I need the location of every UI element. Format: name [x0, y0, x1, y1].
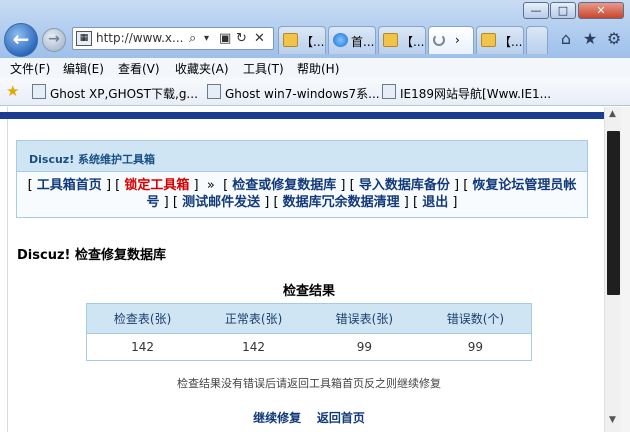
header-normal-tables: 正常表(张) — [198, 303, 309, 334]
tab-label: 【... — [499, 35, 523, 49]
value-normal-tables: 142 — [198, 333, 309, 361]
back-button[interactable]: ← — [4, 23, 38, 57]
page-icon: ▦ — [76, 31, 92, 46]
result-table: 检查表(张) 正常表(张) 错误表(张) 错误数(个) 142 142 99 9… — [86, 303, 532, 361]
scroll-up-icon[interactable]: ▲ — [609, 109, 616, 119]
result-title: 检查结果 — [282, 284, 335, 299]
toolbox-title: Discuz! 系统维护工具箱 — [29, 153, 156, 166]
toolbox-panel: Discuz! 系统维护工具箱 [ 工具箱首页 ] [ 锁定工具箱 ] » [ … — [16, 140, 588, 218]
home-icon[interactable]: ⌂ — [556, 29, 576, 49]
favorites-add-icon[interactable]: ★ — [6, 84, 19, 99]
vertical-scrollbar[interactable]: ▲ ▼ — [604, 107, 621, 432]
loading-icon — [433, 34, 445, 46]
maximize-button[interactable]: □ — [550, 2, 576, 19]
address-bar[interactable]: ▦ http://www.x... ⌕ ▾ ▣ ↻ ✕ — [72, 27, 274, 50]
note-icon — [481, 33, 496, 47]
tab-label: › — [455, 33, 460, 47]
menu-view[interactable]: 查看(V) — [118, 60, 160, 77]
close-window-button[interactable]: ✕ — [578, 2, 624, 19]
nav-check-repair-db[interactable]: 检查或修复数据库 — [232, 178, 336, 193]
value-error-tables: 99 — [308, 333, 420, 361]
tab-1[interactable]: 【... — [278, 26, 326, 54]
menu-bar: 文件(F) 编辑(E) 查看(V) 收藏夹(A) 工具(T) 帮助(H) — [0, 58, 630, 78]
toolbox-nav: [ 工具箱首页 ] [ 锁定工具箱 ] » [ 检查或修复数据库 ] [ 导入数… — [27, 178, 577, 210]
tab-4-active[interactable]: › — [428, 26, 474, 54]
stop-icon[interactable]: ✕ — [254, 30, 265, 47]
favorite-page-icon — [382, 84, 396, 99]
new-tab-button[interactable] — [526, 26, 548, 54]
favorite-link-3[interactable]: IE189网站导航[Www.IE1... — [400, 85, 551, 102]
browser-titlebar: — □ ✕ ← → ▦ http://www.x... ⌕ ▾ ▣ ↻ ✕ 【.… — [0, 0, 630, 58]
value-error-count: 99 — [419, 333, 532, 361]
nav-clean-redundant[interactable]: 数据库冗余数据清理 — [283, 195, 400, 210]
menu-edit[interactable]: 编辑(E) — [63, 60, 104, 77]
tab-3[interactable]: 【... — [378, 26, 426, 54]
dropdown-icon[interactable]: ▾ — [204, 30, 209, 47]
tab-label: 【... — [401, 35, 425, 49]
tab-2[interactable]: 首... — [328, 26, 376, 54]
favorite-page-icon — [32, 84, 46, 99]
nav-toolbox-home[interactable]: 工具箱首页 — [37, 178, 102, 193]
url-text[interactable]: http://www.x... — [96, 31, 183, 45]
header-checked-tables: 检查表(张) — [86, 303, 199, 334]
header-strip — [0, 112, 604, 119]
menu-file[interactable]: 文件(F) — [10, 60, 50, 77]
favorites-bar: ★ Ghost XP,GHOST下载,g... Ghost win7-windo… — [0, 78, 630, 106]
favorites-star-icon[interactable]: ★ — [580, 29, 600, 49]
toolbox-header: Discuz! 系统维护工具箱 — [17, 141, 587, 172]
action-links: 继续修复 返回首页 — [0, 409, 618, 426]
ie-icon — [333, 33, 348, 47]
favorite-page-icon — [207, 84, 221, 99]
nav-separator: » — [206, 178, 215, 193]
favorite-link-2[interactable]: Ghost win7-windows7系... — [225, 85, 380, 102]
nav-import-backup[interactable]: 导入数据库备份 — [359, 178, 450, 193]
menu-favorites[interactable]: 收藏夹(A) — [175, 60, 229, 77]
window-edge — [621, 107, 630, 432]
page-viewport: Discuz! 系统维护工具箱 [ 工具箱首页 ] [ 锁定工具箱 ] » [ … — [0, 107, 630, 432]
back-arrow-icon: ← — [12, 27, 30, 51]
tab-label: 首... — [351, 35, 375, 49]
back-home-link[interactable]: 返回首页 — [317, 411, 365, 425]
scroll-down-icon[interactable]: ▼ — [609, 415, 616, 425]
minimize-button[interactable]: — — [523, 2, 549, 19]
continue-repair-link[interactable]: 继续修复 — [253, 411, 301, 425]
tab-5[interactable]: 【... — [476, 26, 524, 54]
gear-icon[interactable]: ⚙ — [604, 29, 624, 49]
nav-logout[interactable]: 退出 — [422, 195, 448, 210]
forward-button[interactable]: → — [42, 28, 66, 52]
value-checked-tables: 142 — [86, 333, 199, 361]
nav-test-mail[interactable]: 测试邮件发送 — [182, 195, 260, 210]
forward-arrow-icon: → — [48, 31, 60, 47]
header-error-tables: 错误表(张) — [308, 303, 420, 334]
refresh-icon[interactable]: ↻ — [236, 30, 247, 47]
compat-view-icon[interactable]: ▣ — [219, 30, 231, 47]
nav-lock-toolbox[interactable]: 锁定工具箱 — [124, 178, 189, 193]
favorite-link-1[interactable]: Ghost XP,GHOST下载,g... — [50, 85, 198, 102]
section-title: Discuz! 检查修复数据库 — [17, 248, 166, 263]
table-header-row: 检查表(张) 正常表(张) 错误表(张) 错误数(个) — [86, 303, 532, 334]
hint-text: 检查结果没有错误后请返回工具箱首页反之则继续修复 — [177, 377, 441, 390]
scroll-thumb[interactable] — [607, 131, 620, 295]
note-icon — [383, 33, 398, 47]
note-icon — [283, 33, 298, 47]
header-error-count: 错误数(个) — [419, 303, 532, 334]
tab-label: 【... — [301, 35, 325, 49]
menu-tools[interactable]: 工具(T) — [243, 60, 284, 77]
search-icon[interactable]: ⌕ — [189, 30, 196, 47]
menu-help[interactable]: 帮助(H) — [297, 60, 339, 77]
table-row: 142 142 99 99 — [86, 333, 532, 361]
